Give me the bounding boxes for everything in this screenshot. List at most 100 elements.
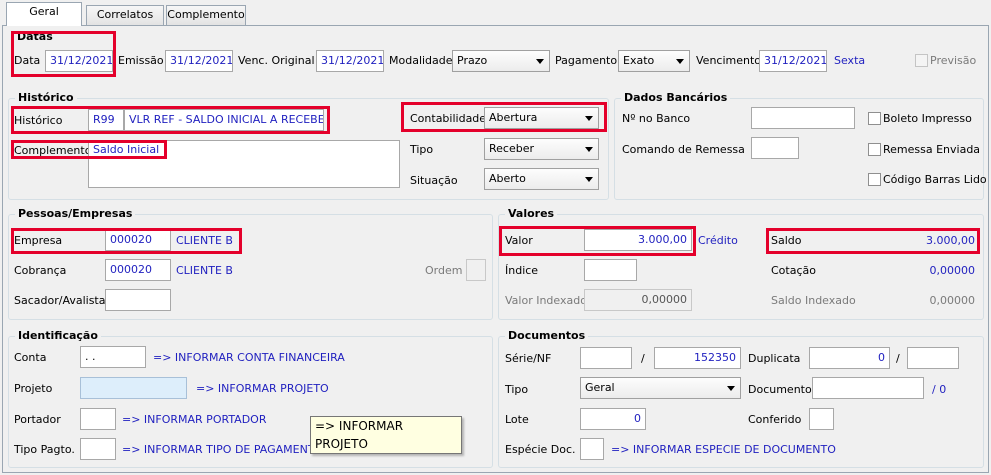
dados-bancarios-title: Dados Bancários <box>621 91 731 105</box>
nf-field[interactable]: 152350 <box>654 347 741 369</box>
empresa-name: CLIENTE B <box>176 234 233 247</box>
venc-original-label: Venc. Original <box>238 54 315 67</box>
portador-field[interactable] <box>80 408 116 430</box>
modalidade-value: Prazo <box>457 54 488 67</box>
cobranca-label: Cobrança <box>14 264 67 277</box>
tipo-pagto-hint: => INFORMAR TIPO DE PAGAMENTO <box>122 443 324 456</box>
conta-hint: => INFORMAR CONTA FINANCEIRA <box>153 351 345 364</box>
tipo-label: Tipo <box>410 143 434 156</box>
ordem-field[interactable] <box>466 259 486 281</box>
tab-complemento[interactable]: Complemento <box>166 5 246 25</box>
indice-field[interactable] <box>584 259 637 281</box>
projeto-tooltip: => INFORMAR PROJETO <box>310 416 462 454</box>
especie-label: Espécie Doc. <box>505 443 576 456</box>
portador-label: Portador <box>14 413 61 426</box>
venc-original-field[interactable]: 31/12/2021 <box>316 50 384 72</box>
tipo-select[interactable]: Receber <box>484 138 599 160</box>
cotacao-label: Cotação <box>771 264 816 277</box>
chevron-down-icon <box>676 59 684 64</box>
projeto-hint: => INFORMAR PROJETO <box>196 382 329 395</box>
tipo-pagto-label: Tipo Pagto. <box>14 443 75 456</box>
historico-code-field[interactable]: R99 <box>88 109 124 131</box>
documento-field[interactable] <box>812 377 924 399</box>
tab-geral[interactable]: Geral <box>6 2 82 26</box>
especie-hint: => INFORMAR ESPECIE DE DOCUMENTO <box>611 443 836 456</box>
duplicata-seq-field[interactable] <box>907 347 959 369</box>
cobranca-name: CLIENTE B <box>176 264 233 277</box>
tipo-pagto-field[interactable] <box>80 438 116 460</box>
valores-title: Valores <box>505 207 558 221</box>
projeto-label: Projeto <box>14 382 53 395</box>
pagamento-value: Exato <box>623 54 655 67</box>
previsao-label: Previsão <box>930 54 977 67</box>
documentos-title: Documentos <box>505 329 589 343</box>
conta-field[interactable]: . . <box>80 346 146 368</box>
complemento-value: Saldo Inicial <box>93 143 160 156</box>
vencimento-field[interactable]: 31/12/2021 <box>759 50 827 72</box>
saldo-label: Saldo <box>771 234 802 247</box>
comando-remessa-field[interactable] <box>751 137 799 159</box>
codigo-barras-label: Código Barras Lido <box>883 173 987 186</box>
saldo-value: 3.000,00 <box>926 234 975 247</box>
weekday-label: Sexta <box>834 54 866 67</box>
boleto-impresso-checkbox[interactable] <box>868 112 881 125</box>
situacao-value: Aberto <box>489 172 526 185</box>
lote-field[interactable]: 0 <box>580 408 646 430</box>
empresa-code-field[interactable]: 000020 <box>105 229 171 251</box>
data-field[interactable]: 31/12/2021 <box>45 50 113 72</box>
remessa-enviada-label: Remessa Enviada <box>883 143 981 156</box>
ordem-label: Ordem <box>425 264 463 277</box>
pagamento-select[interactable]: Exato <box>618 50 690 72</box>
datas-title: Datas <box>17 30 53 43</box>
valor-tipo: Crédito <box>698 234 738 247</box>
valor-indexado-field[interactable]: 0,00000 <box>584 289 692 311</box>
duplicata-field[interactable]: 0 <box>809 347 890 369</box>
sacador-field[interactable] <box>105 289 171 311</box>
serie-field[interactable] <box>580 347 632 369</box>
tab-correlatos[interactable]: Correlatos <box>86 5 164 25</box>
situacao-label: Situação <box>410 174 458 187</box>
contabilidade-select[interactable]: Abertura <box>484 107 599 129</box>
comando-remessa-label: Comando de Remessa <box>622 143 745 156</box>
conferido-label: Conferido <box>748 413 802 426</box>
remessa-enviada-checkbox[interactable] <box>868 143 881 156</box>
contabilidade-label: Contabilidade <box>410 112 487 125</box>
lote-label: Lote <box>505 413 529 426</box>
historico-desc-field[interactable]: VLR REF - SALDO INICIAL A RECEBER <box>124 109 324 131</box>
pessoas-title: Pessoas/Empresas <box>15 207 136 221</box>
pagamento-label: Pagamento <box>555 54 618 67</box>
valor-indexado-label: Valor Indexado <box>505 294 587 307</box>
complemento-label: Complemento <box>14 144 92 157</box>
chevron-down-icon <box>585 116 593 121</box>
doc-tipo-value: Geral <box>585 381 615 394</box>
contabilidade-value: Abertura <box>489 111 538 124</box>
no-banco-field[interactable] <box>751 107 855 129</box>
previsao-checkbox[interactable] <box>915 54 928 67</box>
historico-title: Histórico <box>15 91 77 105</box>
valor-field[interactable]: 3.000,00 <box>584 229 692 251</box>
valor-label: Valor <box>505 234 533 247</box>
complemento-field[interactable]: Saldo Inicial <box>88 140 400 188</box>
chevron-down-icon <box>727 386 735 391</box>
doc-tipo-select[interactable]: Geral <box>580 377 741 399</box>
duplicata-slash: / <box>896 352 900 365</box>
projeto-field[interactable] <box>80 377 187 399</box>
emissao-label: Emissão <box>118 54 164 67</box>
modalidade-select[interactable]: Prazo <box>452 50 550 72</box>
duplicata-label: Duplicata <box>748 352 801 365</box>
portador-hint: => INFORMAR PORTADOR <box>122 413 267 426</box>
serie-slash: / <box>641 352 645 365</box>
conferido-field[interactable] <box>809 408 834 430</box>
boleto-impresso-label: Boleto Impresso <box>883 112 972 125</box>
cobranca-code-field[interactable]: 000020 <box>105 259 171 281</box>
empresa-label: Empresa <box>14 234 63 247</box>
indice-label: Índice <box>505 264 539 277</box>
serie-nf-label: Série/NF <box>505 352 552 365</box>
historico-label: Histórico <box>14 114 63 127</box>
doc-tipo-label: Tipo <box>505 383 529 396</box>
especie-field[interactable] <box>580 438 604 460</box>
situacao-select[interactable]: Aberto <box>484 168 599 190</box>
emissao-field[interactable]: 31/12/2021 <box>165 50 233 72</box>
chevron-down-icon <box>585 177 593 182</box>
codigo-barras-checkbox[interactable] <box>868 173 881 186</box>
